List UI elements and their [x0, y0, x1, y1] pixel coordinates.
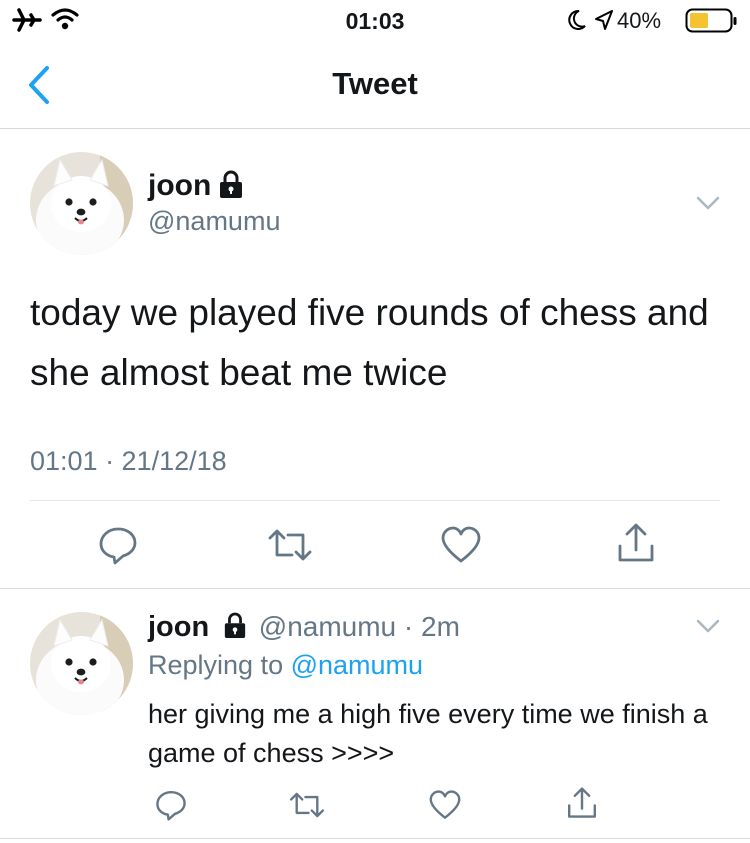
section-divider	[0, 588, 750, 589]
replying-to-link[interactable]: @namumu	[291, 650, 423, 680]
reply-avatar[interactable]	[30, 612, 133, 715]
replying-to: Replying to @namumu	[148, 650, 423, 681]
bottom-divider	[0, 838, 750, 839]
replying-to-label: Replying to	[148, 650, 284, 680]
tweet-author-name[interactable]: joon	[148, 169, 211, 203]
reply-author-name: joon	[148, 611, 210, 643]
battery-percent: 40%	[617, 8, 662, 33]
reply-header[interactable]: joon @namumu · 2m	[148, 611, 460, 644]
retweet-icon[interactable]	[266, 525, 314, 565]
dog-avatar-image	[30, 152, 133, 255]
tweet-text: today we played five rounds of chess and…	[30, 292, 709, 393]
reply-text: her giving me a high five every time we …	[148, 699, 708, 768]
share-icon[interactable]	[616, 522, 656, 564]
page-title: Tweet	[332, 66, 418, 101]
lock-icon	[220, 170, 242, 198]
moon-icon	[568, 9, 586, 30]
lock-icon	[224, 612, 246, 638]
status-bar: 01:03 40%	[0, 0, 750, 40]
retweet-icon[interactable]	[288, 789, 326, 821]
divider	[30, 500, 720, 501]
chevron-down-icon[interactable]	[696, 618, 720, 634]
like-icon[interactable]	[440, 526, 482, 564]
location-arrow-icon	[595, 10, 613, 30]
reply-handle-time: @namumu · 2m	[258, 611, 460, 642]
chevron-down-icon[interactable]	[696, 195, 720, 211]
tweet-author-handle[interactable]: @namumu	[148, 206, 280, 237]
reply-icon[interactable]	[98, 525, 138, 565]
tweet-timestamp: 01:01 · 21/12/18	[30, 446, 227, 476]
nav-bar: Tweet	[0, 40, 750, 129]
avatar[interactable]	[30, 152, 133, 255]
share-icon[interactable]	[566, 786, 598, 820]
battery-icon	[685, 8, 737, 33]
reply-icon[interactable]	[155, 789, 187, 821]
like-icon[interactable]	[428, 790, 462, 820]
dog-avatar-image	[30, 612, 133, 715]
author-name-text: joon	[148, 169, 212, 202]
